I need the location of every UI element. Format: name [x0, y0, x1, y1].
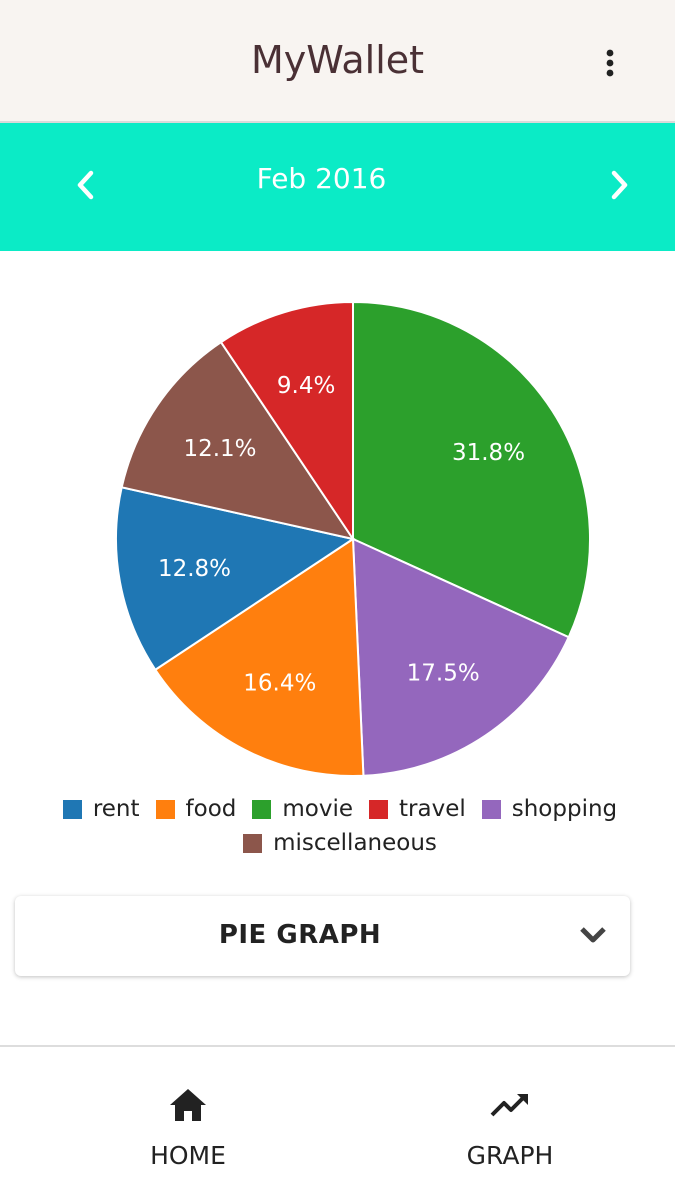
current-month-label: Feb 2016: [256, 162, 387, 195]
nav-graph-label: GRAPH: [466, 1141, 554, 1170]
pie-label-food: 16.4%: [243, 671, 316, 697]
legend-swatch: [252, 799, 272, 819]
legend-swatch: [62, 799, 82, 819]
graph-type-selected-value: PIE GRAPH: [218, 920, 382, 950]
legend-label: movie: [282, 796, 354, 822]
pie-chart: 31.8% 17.5% 16.4% 12.8% 12.1% 9.4%: [115, 300, 592, 777]
chevron-right-icon: [611, 170, 628, 200]
home-icon: [170, 1089, 206, 1121]
pie-label-shopping: 17.5%: [407, 661, 480, 687]
nav-graph[interactable]: GRAPH: [410, 1047, 610, 1197]
legend-label: shopping: [511, 796, 618, 822]
legend-label: travel: [399, 796, 466, 822]
pie-chart-area: 31.8% 17.5% 16.4% 12.8% 12.1% 9.4% rent food mo…: [0, 251, 675, 871]
month-navigator: Feb 2016: [0, 123, 675, 251]
chevron-down-icon: [580, 927, 606, 943]
next-month-button[interactable]: [598, 163, 642, 207]
pie-label-miscellaneous: 12.1%: [183, 436, 256, 462]
legend-label: miscellaneous: [273, 830, 437, 856]
graph-type-select[interactable]: PIE GRAPH: [15, 896, 630, 976]
more-vert-icon: [606, 49, 614, 77]
legend-swatch: [243, 833, 263, 853]
pie-label-rent: 12.8%: [158, 556, 231, 582]
legend-item-rent: rent: [62, 796, 140, 822]
pie-label-travel: 9.4%: [277, 373, 335, 399]
legend-item-shopping: shopping: [481, 796, 618, 822]
legend-swatch: [155, 799, 175, 819]
legend-label: food: [185, 796, 237, 822]
legend-item-movie: movie: [252, 796, 354, 822]
legend-swatch: [369, 799, 389, 819]
chart-legend: rent food movie travel shopping miscellaneous: [40, 796, 640, 856]
nav-home[interactable]: HOME: [88, 1047, 288, 1197]
nav-home-label: HOME: [150, 1141, 226, 1170]
legend-swatch: [481, 799, 501, 819]
overflow-menu-button[interactable]: [590, 40, 630, 86]
legend-item-food: food: [155, 796, 237, 822]
app-bar: MyWallet: [0, 0, 675, 123]
legend-item-travel: travel: [369, 796, 466, 822]
trending-up-icon: [490, 1094, 528, 1117]
legend-label: rent: [92, 796, 140, 822]
legend-item-miscellaneous: miscellaneous: [243, 830, 437, 856]
bottom-navigation: HOME GRAPH: [0, 1045, 675, 1200]
app-title: MyWallet: [250, 38, 425, 82]
pie-label-movie: 31.8%: [452, 440, 525, 466]
